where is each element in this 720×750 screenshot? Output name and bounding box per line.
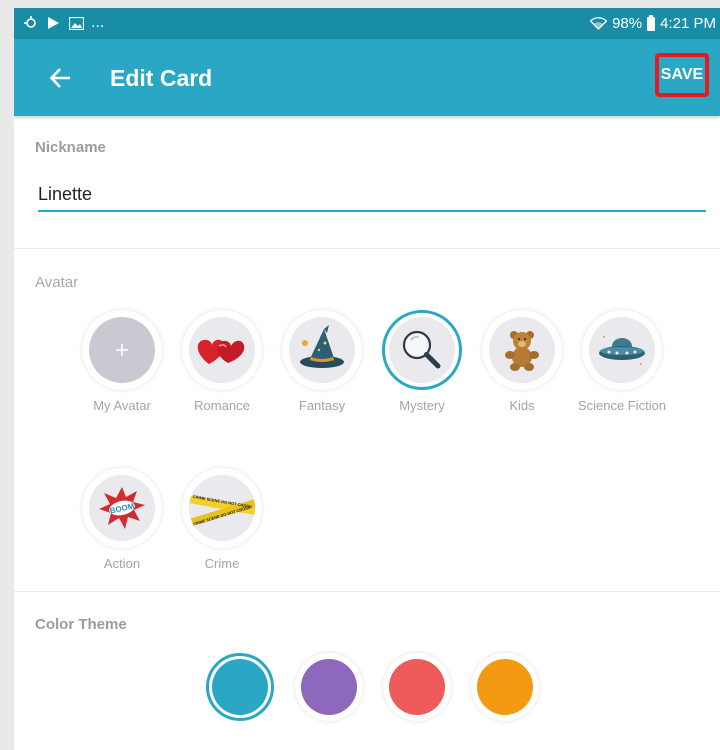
wizard-hat-icon [300,325,344,368]
nickname-label: Nickname [35,139,106,156]
avatar-image: CRIME SCENE DO NOT CROSS CRIME SCENE DO … [189,475,255,541]
ufo-icon [599,336,645,365]
avatar-option-my-avatar[interactable]: My Avatar [72,310,172,414]
avatar-caption: Mystery [399,398,445,413]
avatar-circle [282,310,362,390]
sync-icon [24,16,36,28]
app-screen: ... 98% 4:21 PM Edit Card SAVE Nickname … [14,8,720,750]
plus-icon [116,344,128,356]
avatar-image [589,317,655,383]
avatar-caption: Action [103,556,141,571]
clock: 4:21 PM [660,15,716,32]
avatar-option-crime[interactable]: CRIME SCENE DO NOT CROSS CRIME SCENE DO … [172,468,272,572]
magnifying-glass-icon [402,330,441,369]
divider [14,591,720,592]
color-theme-label: Color Theme [35,616,127,633]
color-swatch[interactable] [383,653,451,721]
status-right: 98% 4:21 PM [590,14,716,32]
image-icon [69,16,84,30]
color-dot [389,659,445,715]
notification-icons: ... [24,14,105,31]
avatar-caption: Science Fiction [577,398,667,413]
avatar-circle: BOOM [82,468,162,548]
avatar-circle [82,310,162,390]
avatar-option-science-fiction[interactable]: Science Fiction [572,310,672,414]
boom-icon: BOOM [99,487,145,529]
color-dot [212,659,268,715]
teddy-bear-icon [505,331,539,371]
color-swatch[interactable] [471,653,539,721]
avatar-circle [482,310,562,390]
color-swatch-selected[interactable] [206,653,274,721]
avatar-image [289,317,355,383]
avatar-option-mystery[interactable]: Mystery [372,310,472,414]
avatar-option-action[interactable]: BOOM Action [72,468,172,572]
arrow-left-icon [49,68,70,88]
avatar-circle: CRIME SCENE DO NOT CROSS CRIME SCENE DO … [182,468,262,548]
avatar-caption: Fantasy [298,398,346,413]
back-button[interactable] [48,65,74,91]
avatar-image [189,317,255,383]
avatar-caption: Kids [509,398,535,413]
divider [14,248,720,249]
avatar-option-kids[interactable]: Kids [472,310,572,414]
battery-percent: 98% [612,15,643,32]
window-frame-top [0,0,720,8]
avatar-circle-selected [382,310,462,390]
avatar-circle [582,310,662,390]
battery-icon [647,14,656,31]
more-notifications: ... [91,14,105,31]
app-bar: Edit Card SAVE [14,39,720,116]
wifi-icon [590,17,608,30]
avatar-option-fantasy[interactable]: Fantasy [272,310,372,414]
avatar-image [389,317,455,383]
avatar-caption: My Avatar [93,398,151,413]
color-dot [477,659,533,715]
save-button[interactable]: SAVE [655,53,709,97]
nickname-field[interactable] [38,182,706,212]
color-swatch[interactable] [295,653,363,721]
crime-tape-icon: CRIME SCENE DO NOT CROSS CRIME SCENE DO … [189,494,255,527]
avatar-image [89,317,155,383]
avatar-image [489,317,555,383]
avatar-caption: Crime [204,556,240,571]
color-dot [301,659,357,715]
hearts-icon [197,339,245,364]
avatar-caption: Romance [194,398,250,413]
avatar-image: BOOM [89,475,155,541]
play-store-icon [48,17,59,29]
page-title: Edit Card [110,65,213,91]
avatar-option-romance[interactable]: Romance [172,310,272,414]
status-bar: ... 98% 4:21 PM [14,8,720,39]
avatar-circle [182,310,262,390]
avatar-label: Avatar [35,274,79,291]
window-frame-left [0,0,14,750]
